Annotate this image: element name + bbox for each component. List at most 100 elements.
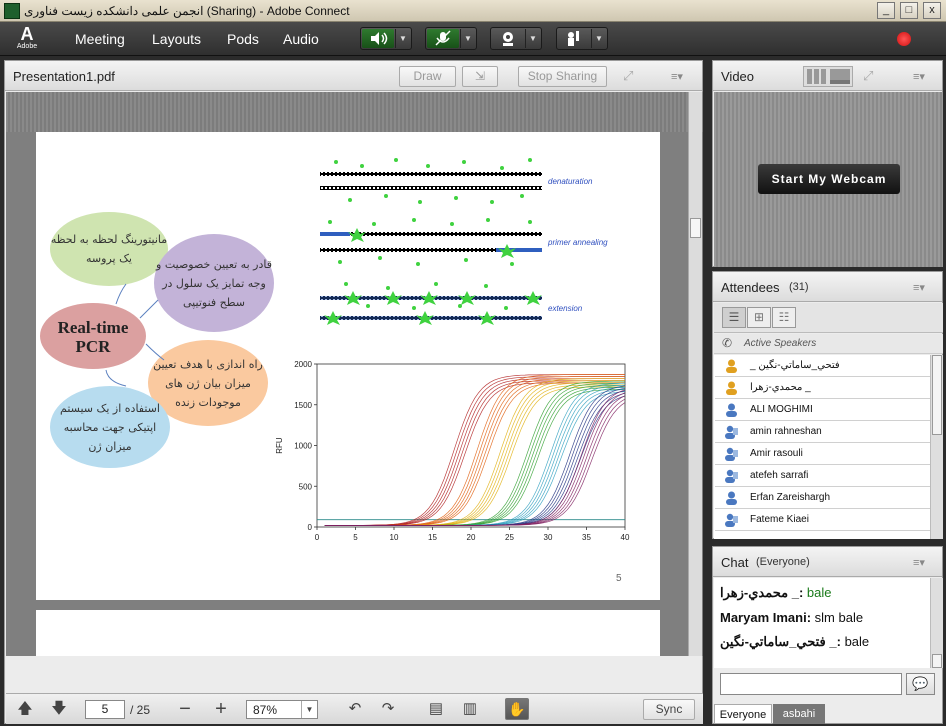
chat-pod-header: Chat (Everyone) ≡▾ — [713, 547, 942, 577]
zoom-value: 87% — [253, 703, 278, 717]
start-webcam-button[interactable]: Start My Webcam — [758, 164, 900, 194]
menu-layouts[interactable]: Layouts — [152, 31, 201, 47]
webcam-icon[interactable] — [492, 29, 524, 48]
chat-message: فتحي_ساماتي-نگين _: bale — [720, 634, 869, 650]
chat-text: bale — [806, 585, 832, 600]
share-pod-title: Presentation1.pdf — [13, 69, 115, 84]
attendee-row[interactable]: Fateme Kiaei — [715, 509, 930, 531]
chat-scrollbar[interactable] — [930, 578, 943, 668]
x-tick-label: 25 — [505, 533, 514, 542]
amplification-curve — [324, 384, 625, 526]
scrollbar-thumb[interactable] — [932, 355, 942, 435]
undo-icon[interactable]: ↶ — [346, 700, 364, 718]
attendee-row[interactable]: Amir rasouli — [715, 443, 930, 465]
vertical-scrollbar[interactable] — [688, 92, 702, 656]
presenter-icon — [725, 469, 738, 483]
chat-pod-title: Chat — [721, 555, 749, 570]
chat-author: محمدي-زهرا _ — [720, 585, 799, 600]
participant-icon — [725, 359, 738, 373]
chevron-down-icon[interactable]: ▼ — [460, 29, 475, 48]
attendee-count: (31) — [789, 281, 809, 293]
presentation-controls: 🡅 🡇 5 / 25 − + 87% ▼ ↶ ↷ ▤ ▥ ✋ Sync — [6, 693, 703, 724]
share-pod-header: Presentation1.pdf Draw ⇲ Stop Sharing ⤢ … — [5, 61, 702, 91]
page-total: / 25 — [130, 703, 151, 717]
grid-view-icon[interactable] — [807, 69, 827, 84]
scrollbar-thumb[interactable] — [932, 654, 942, 668]
attendee-scrollbar[interactable] — [930, 355, 943, 539]
chat-pod: Chat (Everyone) ≡▾ محمدي-زهرا _: bale Ma… — [712, 546, 943, 724]
pod-options-icon[interactable]: ≡▾ — [913, 281, 925, 294]
label-extension: extension — [548, 304, 583, 313]
speaker-icon[interactable] — [362, 29, 394, 48]
hand-tool-icon[interactable]: ✋ — [505, 698, 529, 720]
list-view-icon[interactable]: ☰ — [722, 307, 746, 328]
y-tick-label: 1500 — [294, 401, 312, 410]
presenter-icon — [725, 447, 738, 461]
adobe-logo-mark: A — [20, 24, 34, 44]
pod-options-icon[interactable]: ≡▾ — [913, 70, 925, 83]
close-window-button[interactable]: x — [923, 2, 941, 19]
chevron-down-icon[interactable]: ▼ — [301, 701, 317, 718]
chat-input[interactable] — [720, 673, 902, 695]
layout-toggle[interactable] — [803, 66, 853, 87]
video-pod-title: Video — [721, 69, 755, 84]
chevron-down-icon[interactable]: ▼ — [395, 29, 410, 48]
zoom-out-icon[interactable]: − — [176, 699, 194, 719]
chat-separator: : — [836, 634, 845, 649]
fullscreen-icon[interactable]: ⤢ — [863, 68, 873, 84]
chat-tab-everyone[interactable]: Everyone — [714, 704, 772, 724]
attendee-row[interactable]: atefeh sarrafi — [715, 465, 930, 487]
fullscreen-icon[interactable]: ⤢ — [623, 68, 639, 84]
attendee-row[interactable]: amin rahneshan — [715, 421, 930, 443]
sync-button[interactable]: Sync — [643, 699, 695, 720]
breakout-view-icon[interactable]: ⊞ — [747, 307, 771, 328]
attendee-name: محمدي-زهرا _ — [750, 382, 811, 393]
active-speakers-label: Active Speakers — [744, 338, 817, 349]
chat-message: محمدي-زهرا _: bale — [720, 585, 832, 601]
pod-options-icon[interactable]: ≡▾ — [913, 556, 925, 569]
send-message-icon[interactable]: 💬 — [906, 673, 935, 695]
attendee-view-toolbar: ☰ ⊞ ☷ — [714, 303, 943, 333]
menu-audio[interactable]: Audio — [283, 31, 319, 47]
status-view-icon[interactable]: ☷ — [772, 307, 796, 328]
draw-button[interactable]: Draw — [399, 66, 456, 87]
stop-sharing-button[interactable]: Stop Sharing — [518, 66, 607, 87]
chevron-down-icon[interactable]: ▼ — [591, 29, 606, 48]
menu-bar: A Adobe Meeting Layouts Pods Audio ▼ ▼ ▼… — [0, 22, 946, 56]
zoom-in-icon[interactable]: + — [212, 699, 230, 719]
pointer-button[interactable]: ⇲ — [462, 66, 498, 87]
speaker-toggle[interactable]: ▼ — [360, 27, 412, 50]
microphone-muted-icon[interactable] — [427, 29, 459, 48]
zoom-select[interactable]: 87% ▼ — [246, 700, 318, 719]
filmstrip-view-icon[interactable] — [830, 69, 850, 84]
menu-meeting[interactable]: Meeting — [75, 31, 125, 47]
slide-page-number: 5 — [616, 573, 622, 584]
webcam-toggle[interactable]: ▼ — [490, 27, 542, 50]
attendees-pod-title: Attendees — [721, 280, 780, 295]
page-number-input[interactable]: 5 — [85, 700, 125, 719]
x-tick-label: 40 — [621, 533, 630, 542]
documents-icon[interactable]: ▥ — [461, 700, 479, 718]
menu-pods[interactable]: Pods — [227, 31, 259, 47]
microphone-toggle[interactable]: ▼ — [425, 27, 477, 50]
redo-icon[interactable]: ↷ — [379, 700, 397, 718]
recording-indicator-icon[interactable] — [897, 32, 911, 46]
x-tick-label: 10 — [390, 533, 399, 542]
chevron-down-icon[interactable]: ▼ — [525, 29, 540, 48]
document-icon[interactable]: ▤ — [427, 700, 445, 718]
attendee-row[interactable]: محمدي-زهرا _ — [715, 377, 930, 399]
raise-hand-icon[interactable] — [558, 29, 590, 48]
attendee-row[interactable]: فتحي_ساماتي-نگين _ — [715, 355, 930, 377]
attendee-row[interactable]: ALI MOGHIMI — [715, 399, 930, 421]
attendee-row[interactable]: Erfan Zareishargh — [715, 487, 930, 509]
arrow-up-icon[interactable]: 🡅 — [16, 700, 34, 718]
arrow-down-icon[interactable]: 🡇 — [50, 700, 68, 718]
maximize-button[interactable]: □ — [900, 2, 918, 19]
chat-text: bale — [844, 634, 870, 649]
scrollbar-thumb[interactable] — [690, 218, 701, 238]
amplification-chart: 0 5 10 15 20 25 30 35 40 0 500 1000 1500 2000 RFU — [275, 360, 630, 542]
chat-tab-asbahi[interactable]: asbahi — [773, 704, 825, 724]
pod-options-icon[interactable]: ≡▾ — [671, 70, 683, 83]
minimize-button[interactable]: _ — [877, 2, 895, 19]
raise-hand-toggle[interactable]: ▼ — [556, 27, 608, 50]
